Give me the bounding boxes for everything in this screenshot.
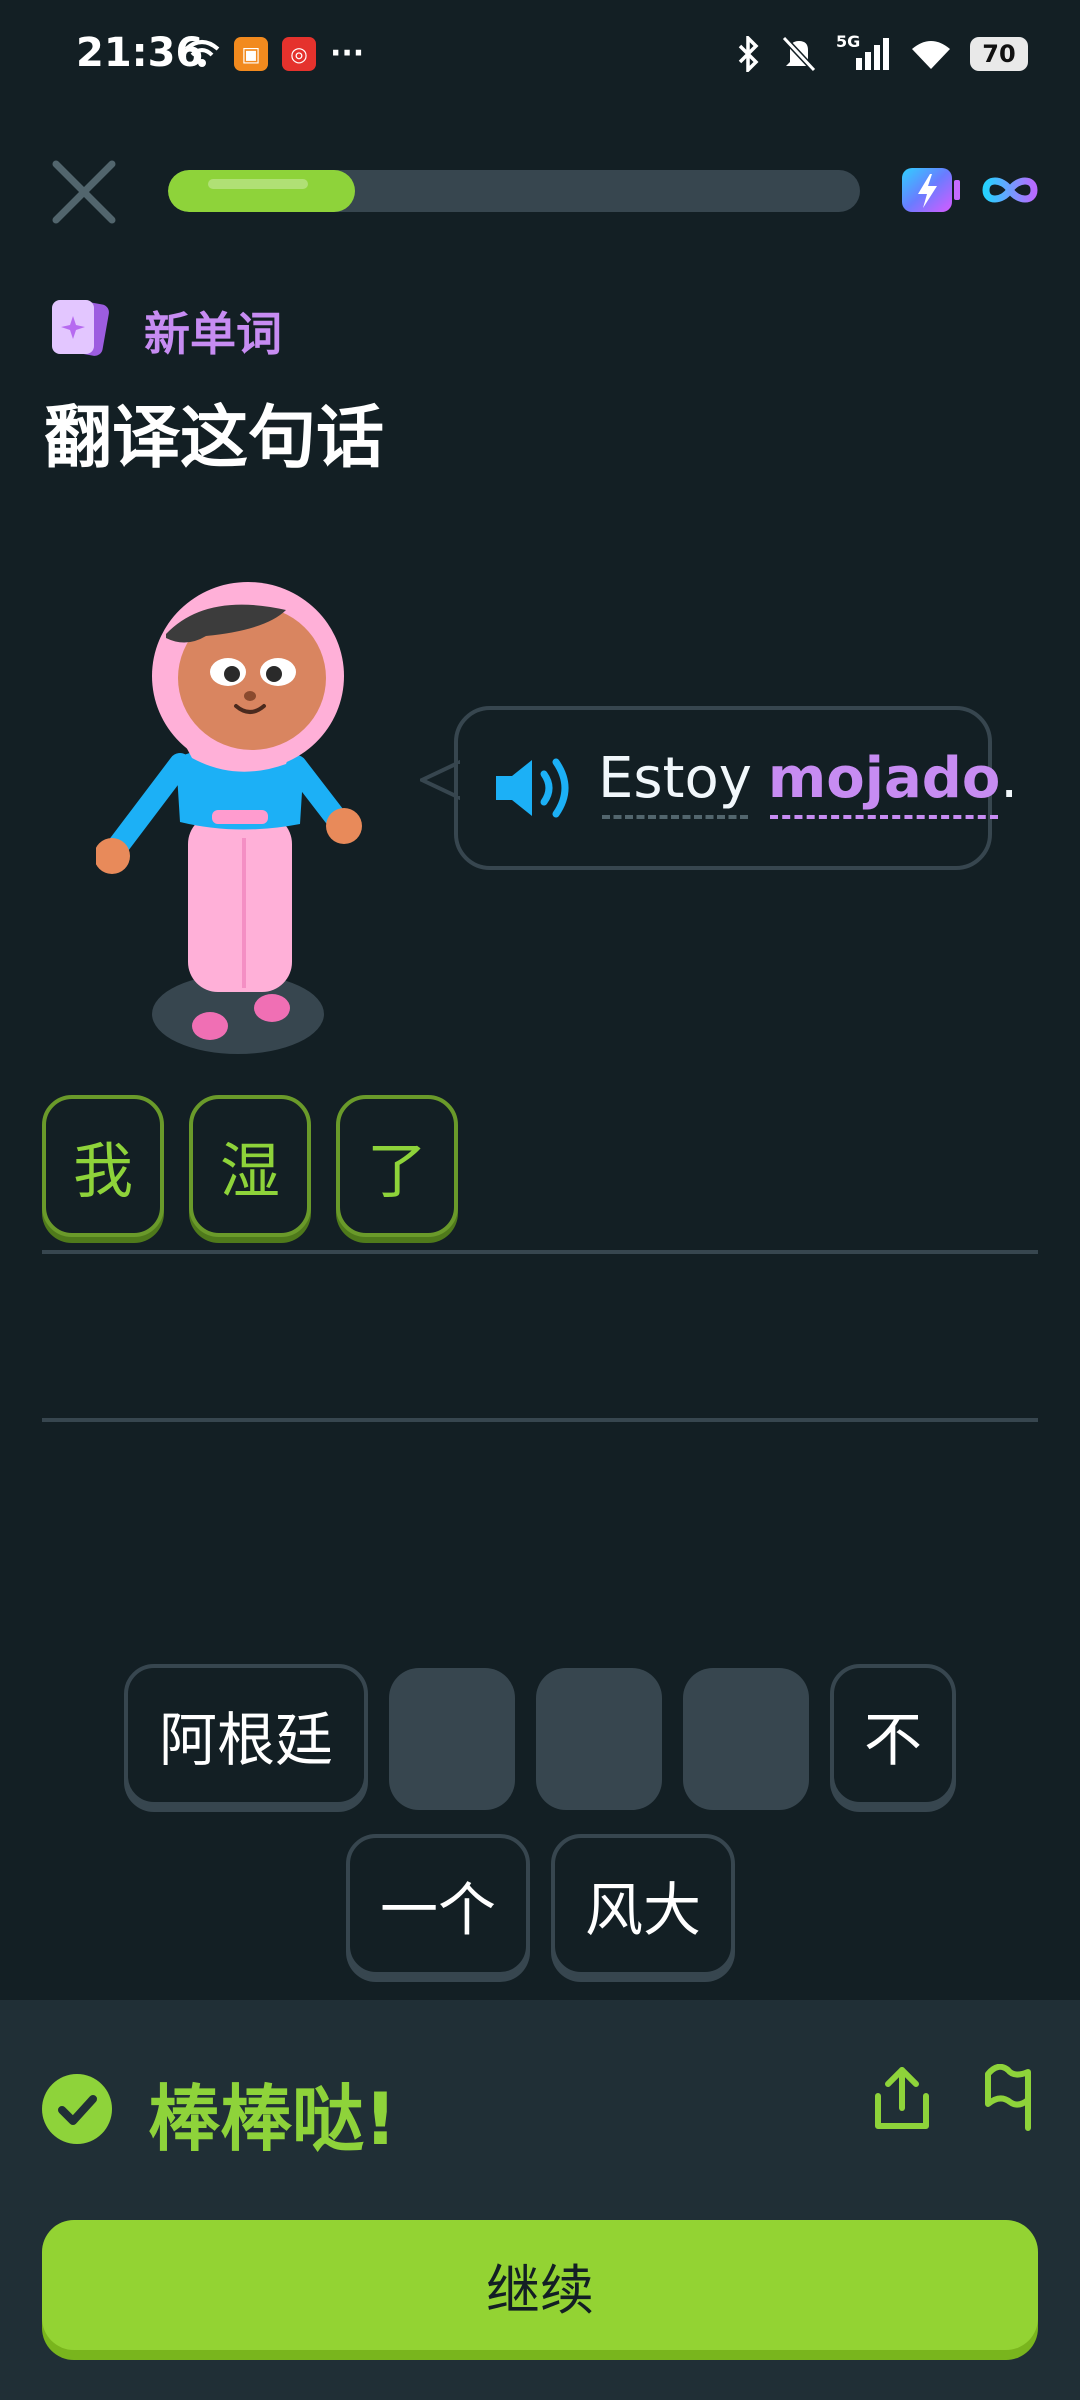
answer-line [42,1418,1038,1422]
status-system-icons: 5G 70 [736,32,1028,72]
wifi-icon [184,39,220,67]
more-notifications-icon: ··· [330,36,365,71]
answer-tile[interactable]: 我 [42,1095,164,1237]
app-notification-icon: ▣ [234,36,268,71]
report-flag-icon[interactable] [978,2064,1038,2134]
share-icon[interactable] [870,2064,934,2134]
battery-indicator: 70 [970,37,1028,71]
word-bank-tile[interactable]: 风大 [551,1834,735,1976]
continue-button[interactable]: 继续 [42,2220,1038,2350]
new-word-cards-icon [52,300,109,356]
sentence-punctuation: . [1000,746,1019,811]
word-bank-tile[interactable]: 阿根廷 [124,1664,368,1806]
infinity-icon[interactable] [980,164,1040,216]
signal-icon: 5G [836,32,892,72]
word-bank-tile[interactable]: 一个 [346,1834,530,1976]
energy-icon[interactable] [900,164,962,216]
netease-music-icon: ◎ [282,36,316,71]
new-word-label: 新单词 [144,307,282,361]
character-illustration [96,582,362,1054]
check-icon [42,2074,112,2144]
bluetooth-icon [738,36,759,72]
lesson-progress-fill [168,170,355,212]
sentence-word-estoy[interactable]: Estoy [598,746,752,819]
status-notifications: ▣ ◎ ··· [184,36,364,71]
answer-line [42,1250,1038,1254]
word-bank-used-slot [683,1668,809,1810]
sentence-word-mojado[interactable]: mojado [768,746,1000,819]
exercise-prompt: 翻译这句话 [44,399,385,478]
mute-icon [781,36,817,72]
close-icon[interactable] [44,152,124,232]
lesson-progress-bar [168,170,860,212]
answer-tile[interactable]: 湿 [189,1095,311,1237]
word-bank-used-slot [389,1668,515,1810]
answer-tile[interactable]: 了 [336,1095,458,1237]
word-bank-tile[interactable]: 不 [830,1664,956,1806]
wifi-icon [912,41,950,69]
spanish-sentence: Estoy mojado . [598,746,1018,819]
feedback-message: 棒棒哒! [148,2077,397,2161]
speaker-icon[interactable] [492,752,578,824]
word-bank-used-slot [536,1668,662,1810]
